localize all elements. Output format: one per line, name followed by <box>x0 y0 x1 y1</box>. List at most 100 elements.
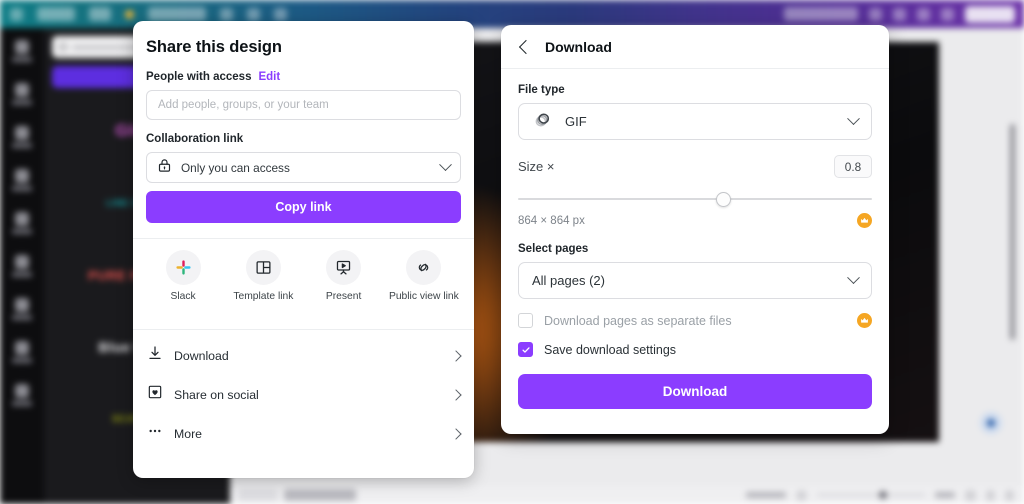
draw-icon <box>15 255 29 269</box>
grid-view-icon[interactable] <box>965 489 976 501</box>
download-panel-header: Download <box>501 25 889 69</box>
share-design-panel: Share this design People with access Edi… <box>133 21 474 478</box>
notifications-icon[interactable] <box>893 7 906 21</box>
menu-item-more[interactable]: More <box>137 414 470 453</box>
file-type-label: File type <box>518 84 565 96</box>
lock-icon <box>157 158 172 178</box>
rail-item-uploads[interactable] <box>12 212 32 234</box>
quick-action-present[interactable]: Present <box>305 250 383 302</box>
search-icon <box>59 43 67 51</box>
undo-icon[interactable] <box>220 7 233 21</box>
separate-files-checkbox[interactable] <box>518 313 533 328</box>
zoom-out-icon[interactable] <box>796 489 807 501</box>
download-panel: Download File type GIF Size × 0.8 864 × <box>501 25 889 434</box>
quick-action-label: Template link <box>233 291 294 302</box>
rail-item-elements[interactable] <box>12 83 32 105</box>
rail-item-brand[interactable] <box>12 169 32 191</box>
left-tool-rail <box>0 28 44 504</box>
quick-action-public-view-link[interactable]: Public view link <box>385 250 463 302</box>
chevron-left-icon[interactable] <box>518 39 534 54</box>
chevron-down-icon <box>439 158 452 172</box>
menu-item-label: More <box>174 426 203 441</box>
size-slider[interactable] <box>518 188 872 210</box>
public-view-link-icon <box>406 250 442 285</box>
select-pages-select[interactable]: All pages (2) <box>518 262 872 299</box>
rail-item-more[interactable] <box>12 384 32 406</box>
size-slider-thumb[interactable] <box>715 192 731 207</box>
chevron-right-icon <box>450 349 462 362</box>
download-button[interactable]: Download <box>518 374 872 409</box>
rail-item-draw[interactable] <box>12 255 32 277</box>
chevron-right-icon <box>450 427 462 440</box>
present-icon <box>326 250 362 285</box>
separate-files-option[interactable]: Download pages as separate files <box>518 313 872 328</box>
rail-item-text[interactable] <box>12 126 32 148</box>
separate-files-label: Download pages as separate files <box>544 313 732 328</box>
help-icon[interactable] <box>869 7 882 21</box>
canvas-scrollbar[interactable] <box>1010 124 1015 340</box>
save-settings-checkbox[interactable] <box>518 342 533 357</box>
rail-item-design[interactable] <box>12 40 32 62</box>
file-menu-button[interactable] <box>37 7 75 21</box>
size-slider-track <box>518 198 872 200</box>
quick-action-label: Public view link <box>388 291 459 302</box>
share-menu-list: Download Share on social More <box>133 330 474 453</box>
brand-icon <box>15 169 29 183</box>
bottom-bar-right <box>746 489 1014 501</box>
more-icon <box>15 384 29 398</box>
menu-item-download[interactable]: Download <box>137 336 470 375</box>
select-pages-value: All pages (2) <box>532 273 605 288</box>
collaboration-link-select[interactable]: Only you can access <box>146 152 461 183</box>
elements-icon <box>15 83 29 97</box>
chevron-down-icon <box>847 271 860 285</box>
chevron-down-icon <box>847 112 860 126</box>
help-bottom-icon[interactable] <box>1005 489 1014 501</box>
menu-item-share-on-social[interactable]: Share on social <box>137 375 470 414</box>
rail-item-projects[interactable] <box>12 298 32 320</box>
overflow-icon[interactable] <box>941 7 954 21</box>
page-tab-active[interactable] <box>284 489 356 501</box>
page-tabs <box>230 486 356 504</box>
quick-action-template-link[interactable]: Template link <box>224 250 302 302</box>
menu-item-label: Download <box>174 348 229 363</box>
fullscreen-icon[interactable] <box>986 489 995 501</box>
file-type-value: GIF <box>565 114 587 129</box>
share-button[interactable] <box>965 5 1015 23</box>
notes-button[interactable] <box>746 492 786 498</box>
size-value-field[interactable]: 0.8 <box>834 155 872 178</box>
save-settings-option[interactable]: Save download settings <box>518 342 872 357</box>
copy-link-button[interactable]: Copy link <box>146 191 461 223</box>
chevron-right-icon <box>450 388 462 401</box>
save-settings-label: Save download settings <box>544 342 677 357</box>
zoom-slider[interactable] <box>817 491 925 499</box>
apps-icon <box>15 341 29 355</box>
topbar-right-controls <box>784 5 1024 23</box>
page-title: Share this design <box>146 38 282 56</box>
add-people-input[interactable] <box>146 90 461 120</box>
avatar[interactable] <box>917 7 930 21</box>
quick-action-slack[interactable]: Slack <box>144 250 222 302</box>
crown-icon <box>857 313 872 328</box>
size-label: Size × <box>518 159 555 174</box>
file-type-select[interactable]: GIF <box>518 103 872 140</box>
design-icon <box>15 40 29 54</box>
select-pages-label: Select pages <box>518 243 589 255</box>
dimensions-label: 864 × 864 px <box>518 214 585 227</box>
magic-icon[interactable] <box>125 9 134 19</box>
rail-item-apps[interactable] <box>12 341 32 363</box>
slack-icon <box>165 250 201 285</box>
crown-icon <box>857 213 872 228</box>
gif-icon <box>532 109 553 135</box>
text-icon <box>15 126 29 140</box>
resize-menu-button[interactable] <box>89 7 111 21</box>
dimensions-row: 864 × 864 px <box>518 213 872 228</box>
magic-studio-button[interactable] <box>148 7 206 21</box>
home-icon[interactable] <box>10 7 23 21</box>
canvas-helper-button[interactable] <box>980 412 1002 434</box>
redo-icon[interactable] <box>247 7 260 21</box>
template-link-icon <box>245 250 281 285</box>
edit-access-link[interactable]: Edit <box>258 71 280 83</box>
upgrade-plan-button[interactable] <box>784 7 858 21</box>
page-tab-notes[interactable] <box>238 489 278 501</box>
ellipsis-icon <box>147 423 163 444</box>
